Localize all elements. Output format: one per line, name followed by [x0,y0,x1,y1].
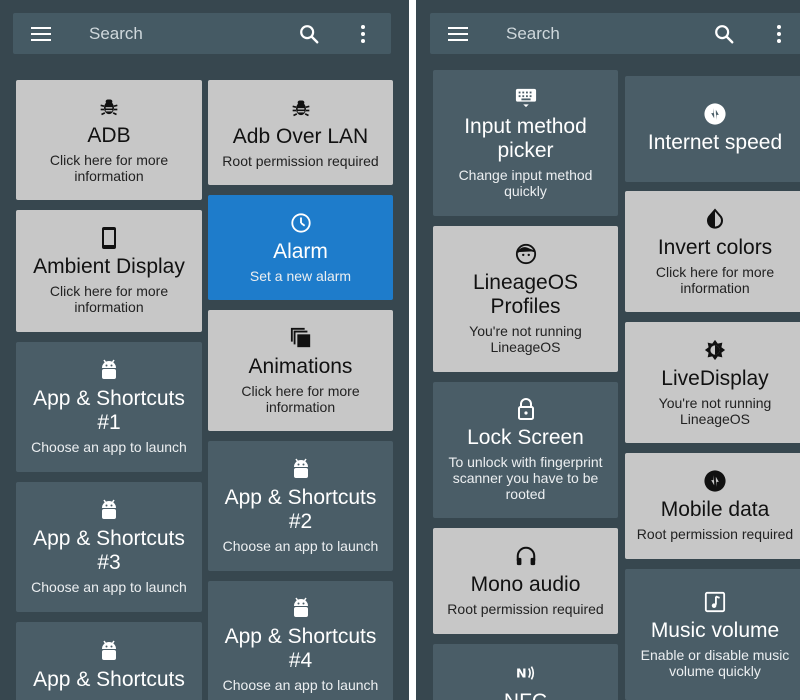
tile-title: App & Shortcuts #1 [33,387,185,434]
tile-app-shortcuts-3[interactable]: App & Shortcuts #3 Choose an app to laun… [16,482,202,612]
tile-title: App & Shortcuts #2 [224,486,377,533]
tile-lineageos-profiles[interactable]: LineageOS Profiles You're not running Li… [433,226,618,372]
search-icon[interactable] [295,13,323,54]
tile-title: NFC [504,690,547,700]
headphones-icon [515,545,537,567]
tile-app-shortcuts[interactable]: App & Shortcuts [16,622,202,700]
bug-icon [98,96,120,118]
tile-adb-over-lan[interactable]: Adb Over LAN Root permission required [208,80,393,185]
speed-icon [704,103,726,125]
tile-subtitle: Root permission required [222,152,379,169]
invert-icon [704,207,726,230]
right-panel: Search Input method picker Change input … [416,0,800,700]
tile-ambient-display[interactable]: Ambient Display Click here for more info… [16,210,202,332]
tile-subtitle: Click here for more information [49,152,169,184]
search-bar: Search [430,13,800,54]
tile-mobile-data[interactable]: Mobile data Root permission required [625,453,800,559]
tile-animations[interactable]: Animations Click here for more informati… [208,310,393,431]
tile-subtitle: Choose an app to launch [31,439,187,455]
menu-icon[interactable] [27,13,55,54]
tile-mono-audio[interactable]: Mono audio Root permission required [433,528,618,634]
tile-title: Input method picker [464,115,587,162]
tile-title: LiveDisplay [661,366,769,390]
tile-app-shortcuts-1[interactable]: App & Shortcuts #1 Choose an app to laun… [16,342,202,472]
tile-subtitle: Choose an app to launch [31,579,187,595]
tile-subtitle: You're not running LineageOS [658,394,772,427]
tile-livedisplay[interactable]: LiveDisplay You're not running LineageOS [625,322,800,443]
android-icon [290,458,312,480]
svg-text:N: N [516,666,527,681]
tile-title: Mobile data [660,498,770,521]
music-icon [704,591,726,613]
keyboard-icon [515,87,537,109]
tile-subtitle: Enable or disable music volume quickly [640,646,790,679]
tile-title: App & Shortcuts #3 [33,527,185,574]
data-icon [704,470,726,492]
tile-title: Ambient Display [33,255,185,278]
tile-input-method-picker[interactable]: Input method picker Change input method … [433,70,618,216]
tile-invert-colors[interactable]: Invert colors Click here for more inform… [625,191,800,312]
tile-subtitle: Choose an app to launch [222,538,379,554]
tile-subtitle: Root permission required [636,526,794,542]
tile-subtitle: You're not running LineageOS [469,323,582,355]
tile-nfc[interactable]: N NFC [433,644,618,700]
tile-title: Mono audio [470,573,581,596]
android-icon [98,640,120,662]
tile-title: Internet speed [647,131,783,154]
tile-subtitle: Set a new alarm [249,267,352,284]
tile-title: Invert colors [657,235,773,259]
tile-app-shortcuts-4[interactable]: App & Shortcuts #4 Choose an app to laun… [208,581,393,700]
tile-lock-screen[interactable]: Lock Screen To unlock with fingerprint s… [433,382,618,518]
tile-title: Adb Over LAN [232,124,369,148]
tile-alarm[interactable]: Alarm Set a new alarm [208,195,393,300]
lock-icon [515,398,537,420]
search-bar: Search [13,13,391,54]
tile-app-shortcuts-2[interactable]: App & Shortcuts #2 Choose an app to laun… [208,441,393,571]
tile-title: LineageOS Profiles [472,271,579,318]
more-options-icon[interactable] [355,13,371,54]
nfc-icon: N [515,662,537,684]
tile-subtitle: Click here for more information [49,283,169,315]
clock-icon [290,212,312,234]
android-icon [98,359,120,381]
tile-subtitle: Click here for more information [241,382,360,415]
tile-title: App & Shortcuts [33,668,185,691]
tile-title: Lock Screen [467,426,584,449]
layers-icon [290,327,312,349]
android-icon [290,597,312,619]
tile-adb[interactable]: ADB Click here for more information [16,80,202,200]
tile-subtitle: To unlock with fingerprint scanner you h… [448,454,603,502]
tile-title: ADB [87,124,131,147]
menu-icon[interactable] [444,13,472,54]
tile-music-volume[interactable]: Music volume Enable or disable music vol… [625,569,800,700]
search-input[interactable]: Search [89,13,143,54]
search-input[interactable]: Search [506,13,560,54]
left-panel: Search ADB Click here for more informati… [0,0,409,700]
tile-subtitle: Click here for more information [655,263,775,296]
tile-title: Music volume [650,618,780,642]
phone-icon [98,227,120,249]
tile-title: App & Shortcuts #4 [224,625,377,672]
tile-subtitle: Root permission required [447,601,604,617]
tile-title: Animations [248,354,353,378]
tile-subtitle: Choose an app to launch [222,677,379,693]
bug-icon [290,97,312,119]
brightness-icon [704,339,726,361]
android-icon [98,499,120,521]
tile-subtitle: Change input method quickly [458,167,593,199]
more-options-icon[interactable] [771,13,787,54]
search-icon[interactable] [710,13,738,54]
tile-internet-speed[interactable]: Internet speed [625,76,800,182]
tile-title: Alarm [273,239,328,263]
face-icon [515,243,537,265]
